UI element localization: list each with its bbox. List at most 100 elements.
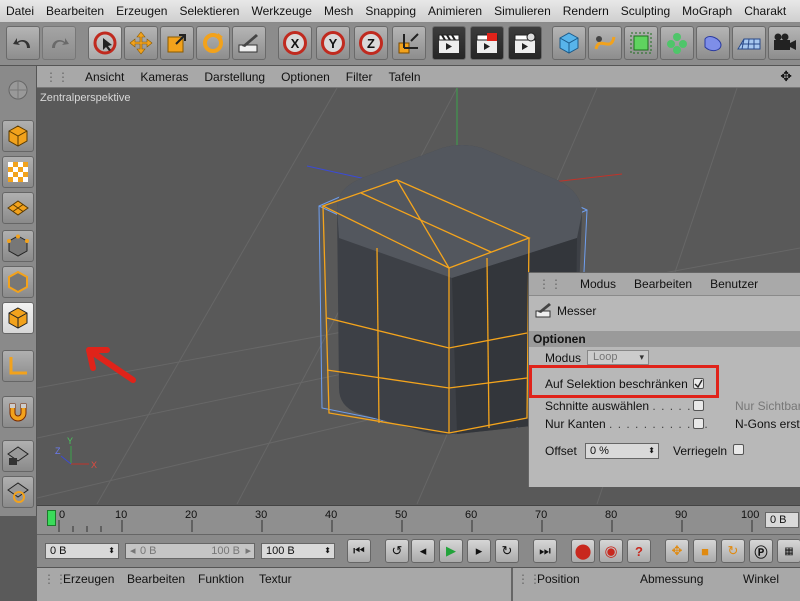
redo-button[interactable] xyxy=(42,26,76,60)
viewport-move-icon[interactable]: ✥ xyxy=(772,68,800,85)
render-settings-icon xyxy=(514,32,536,53)
model-mode-icon xyxy=(8,80,28,100)
previous-frame-icon: ◂ xyxy=(419,543,427,558)
subdivision-surface-button[interactable] xyxy=(624,26,658,60)
tick-90: 90 xyxy=(675,509,688,521)
material-menu-bearbeiten[interactable]: Bearbeiten xyxy=(127,572,185,586)
locked-workplane-button[interactable] xyxy=(2,440,34,472)
snapping-button[interactable] xyxy=(2,396,34,428)
edge-mode-button[interactable] xyxy=(2,266,34,298)
next-key-button[interactable]: ↻ xyxy=(495,539,519,563)
point-mode-button[interactable] xyxy=(2,230,34,262)
menu-mesh[interactable]: Mesh xyxy=(318,4,359,18)
viewport-menu-darstellung[interactable]: Darstellung xyxy=(196,70,273,84)
material-menu-textur[interactable]: Textur xyxy=(259,572,292,586)
make-editable-button[interactable] xyxy=(2,74,34,106)
play-button[interactable]: ▶ xyxy=(439,539,463,563)
material-menu-erzeugen[interactable]: Erzeugen xyxy=(63,572,114,586)
keyframe-selection-button[interactable]: ? xyxy=(627,539,651,563)
current-frame-field[interactable]: 0 B xyxy=(765,512,799,528)
autokey-button[interactable]: ◉ xyxy=(599,539,623,563)
menu-rendern[interactable]: Rendern xyxy=(557,4,615,18)
viewport-menu-ansicht[interactable]: Ansicht xyxy=(77,70,132,84)
attribute-menu-bar: ⋮⋮ Modus Bearbeiten Benutzer xyxy=(529,273,800,296)
menu-charakter[interactable]: Charakt xyxy=(738,4,792,18)
lock-checkbox[interactable] xyxy=(733,444,744,455)
menu-animieren[interactable]: Animieren xyxy=(422,4,488,18)
key-parameter-button[interactable]: Ⓟ xyxy=(749,539,773,563)
offset-field[interactable]: 0 % ⬍ xyxy=(585,443,659,459)
record-key-icon: ⬤ xyxy=(574,543,592,560)
polygon-mode-button[interactable] xyxy=(2,302,34,334)
texture-mode-button[interactable] xyxy=(2,156,34,188)
render-view-button[interactable] xyxy=(432,26,466,60)
undo-button[interactable] xyxy=(6,26,40,60)
model-mode-button[interactable] xyxy=(2,120,34,152)
timeline-ruler[interactable]: 0 10 20 30 40 50 60 70 80 90 100 0 B xyxy=(37,505,800,534)
mograph-cloner-button[interactable] xyxy=(660,26,694,60)
viewport-menu-tafeln[interactable]: Tafeln xyxy=(380,70,428,84)
start-frame-field[interactable]: 0 B ⬍ xyxy=(45,543,119,559)
material-menu-funktion[interactable]: Funktion xyxy=(198,572,244,586)
attribute-menu-benutzer[interactable]: Benutzer xyxy=(701,277,767,291)
scale-tool-button[interactable] xyxy=(160,26,194,60)
menu-werkzeuge[interactable]: Werkzeuge xyxy=(245,4,317,18)
attribute-menu-bearbeiten[interactable]: Bearbeiten xyxy=(625,277,701,291)
previous-frame-button[interactable]: ◂ xyxy=(411,539,435,563)
previous-key-button[interactable]: ↺ xyxy=(385,539,409,563)
cube-object-button[interactable] xyxy=(552,26,586,60)
key-pla-grid-icon: ▦ xyxy=(784,545,794,557)
coordinates-size-header: Abmessung xyxy=(640,572,704,586)
go-to-start-button[interactable]: ⏮ xyxy=(347,539,371,563)
menu-sculpting[interactable]: Sculpting xyxy=(615,4,676,18)
playhead-marker[interactable] xyxy=(47,510,56,526)
axis-mode-button[interactable] xyxy=(2,350,34,382)
end-frame-field[interactable]: 100 B ⬍ xyxy=(261,543,335,559)
x-axis-lock-button[interactable]: X xyxy=(278,26,312,60)
menu-datei[interactable]: Datei xyxy=(0,4,40,18)
workplane-mode-button[interactable] xyxy=(2,192,34,224)
record-keys-button[interactable]: ⬤ xyxy=(571,539,595,563)
menu-selektieren[interactable]: Selektieren xyxy=(173,4,245,18)
render-settings-button[interactable] xyxy=(508,26,542,60)
menu-erzeugen[interactable]: Erzeugen xyxy=(110,4,173,18)
attribute-menu-modus[interactable]: Modus xyxy=(571,277,625,291)
spline-button[interactable] xyxy=(588,26,622,60)
y-axis-lock-button[interactable]: Y xyxy=(316,26,350,60)
next-frame-button[interactable]: ▸ xyxy=(467,539,491,563)
viewport-menu-optionen[interactable]: Optionen xyxy=(273,70,338,84)
key-position-button[interactable]: ✥ xyxy=(665,539,689,563)
viewport-menu-filter[interactable]: Filter xyxy=(338,70,381,84)
camera-object-button[interactable] xyxy=(768,26,800,60)
coordinate-system-button[interactable] xyxy=(392,26,426,60)
menu-snapping[interactable]: Snapping xyxy=(359,4,422,18)
floor-object-button[interactable] xyxy=(732,26,766,60)
key-scale-button[interactable]: ■ xyxy=(693,539,717,563)
deformer-button[interactable] xyxy=(696,26,730,60)
workplane-grid-icon xyxy=(7,200,29,216)
move-tool-button[interactable] xyxy=(124,26,158,60)
go-to-end-button[interactable]: ⏭ xyxy=(533,539,557,563)
locked-grid-icon xyxy=(7,446,29,465)
rotate-tool-button[interactable] xyxy=(196,26,230,60)
preview-range-slider[interactable]: ◂ 0 B 100 B ▸ xyxy=(125,543,255,559)
key-pla-button[interactable]: ▦ xyxy=(777,539,800,563)
recent-tool-button[interactable] xyxy=(232,26,266,60)
viewport-menu-kameras[interactable]: Kameras xyxy=(132,70,196,84)
only-edges-checkbox[interactable] xyxy=(693,418,704,429)
bottom-managers: ⋮⋮ Erzeugen Bearbeiten Funktion Textur ⋮… xyxy=(37,567,800,601)
render-region-button[interactable] xyxy=(470,26,504,60)
x-axis-icon: X xyxy=(283,31,307,55)
workplane-align-button[interactable] xyxy=(2,476,34,508)
y-axis-icon: Y xyxy=(321,31,345,55)
tick-10: 10 xyxy=(115,509,128,521)
z-axis-lock-button[interactable]: Z xyxy=(354,26,388,60)
modus-dropdown[interactable]: Loop ▾ xyxy=(587,350,649,365)
menu-simulieren[interactable]: Simulieren xyxy=(488,4,557,18)
tick-60: 60 xyxy=(465,509,478,521)
select-cuts-checkbox[interactable] xyxy=(693,400,704,411)
menu-bearbeiten[interactable]: Bearbeiten xyxy=(40,4,110,18)
key-rotation-button[interactable]: ↻ xyxy=(721,539,745,563)
live-selection-button[interactable] xyxy=(88,26,122,60)
menu-mograph[interactable]: MoGraph xyxy=(676,4,738,18)
